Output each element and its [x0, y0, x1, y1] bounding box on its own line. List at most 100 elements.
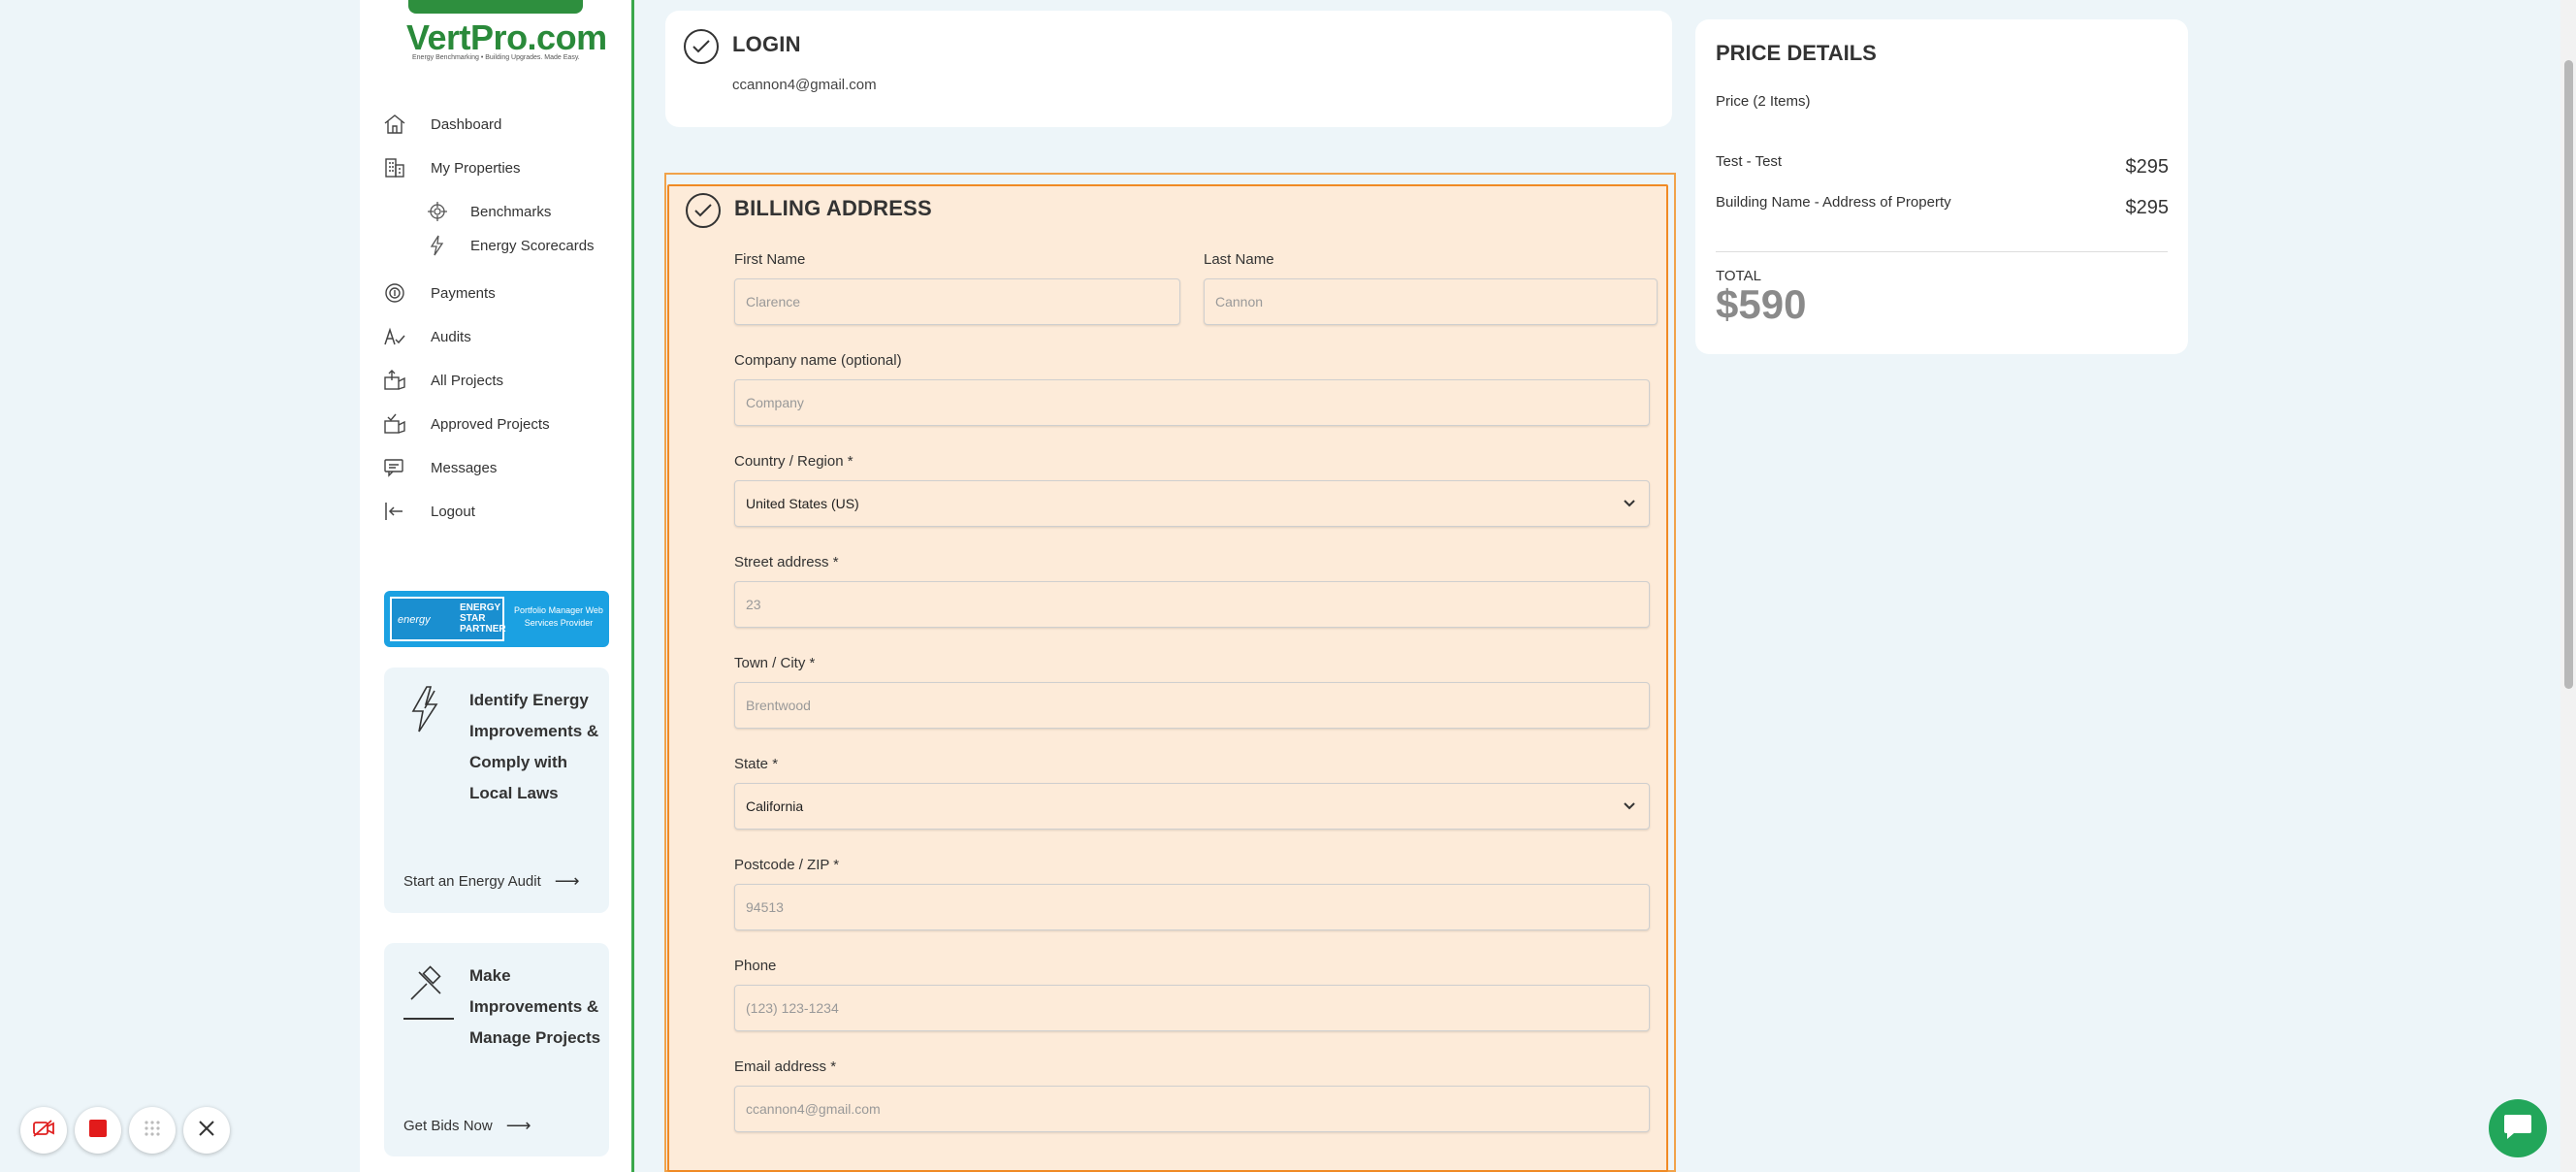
price-details-title: PRICE DETAILS — [1716, 41, 1877, 65]
logo-text: VertPro.com — [406, 17, 607, 57]
price-divider — [1716, 251, 2168, 252]
sidebar-item-my-properties[interactable]: My Properties — [383, 150, 616, 185]
billing-title: BILLING ADDRESS — [734, 196, 932, 220]
city-label: Town / City * — [734, 655, 816, 671]
target-icon — [427, 201, 448, 222]
state-label: State * — [734, 756, 779, 772]
audit-check-icon — [383, 325, 406, 348]
sidebar-item-label: All Projects — [431, 372, 504, 389]
last-name-input[interactable]: Cannon — [1204, 278, 1658, 325]
price-item-label: Test - Test — [1716, 153, 1783, 170]
company-label: Company name (optional) — [734, 352, 902, 369]
promo-energy-audit: Identify Energy Improvements & Comply wi… — [384, 667, 609, 913]
state-select[interactable]: California — [734, 783, 1650, 830]
close-icon — [197, 1119, 216, 1143]
chat-launcher-button[interactable] — [2489, 1099, 2547, 1157]
sidebar-item-label: Payments — [431, 284, 496, 302]
street-label: Street address * — [734, 554, 839, 570]
promo-title: Make Improvements & Manage Projects — [469, 966, 601, 1047]
arrow-right-icon: ⟶ — [554, 871, 580, 891]
drag-dots-icon — [143, 1119, 162, 1143]
zip-input[interactable]: 94513 — [734, 884, 1650, 930]
sidebar-item-label: Approved Projects — [431, 415, 550, 433]
stop-recording-button[interactable] — [75, 1107, 121, 1154]
check-circle-icon — [686, 193, 721, 228]
sidebar-item-benchmarks[interactable]: Benchmarks — [427, 197, 551, 226]
sidebar-item-label: Benchmarks — [470, 203, 552, 220]
first-name-label: First Name — [734, 251, 806, 268]
price-item-value: $295 — [2125, 156, 2170, 178]
email-input[interactable]: ccannon4@gmail.com — [734, 1086, 1650, 1132]
sidebar-item-label: My Properties — [431, 159, 521, 177]
sidebar-item-logout[interactable]: Logout — [383, 494, 616, 529]
approved-projects-icon — [383, 412, 406, 436]
sidebar-item-label: Logout — [431, 503, 475, 520]
promo-link-label: Get Bids Now — [403, 1118, 493, 1134]
sidebar-item-approved-projects[interactable]: Approved Projects — [383, 407, 616, 441]
sidebar-item-all-projects[interactable]: All Projects — [383, 363, 616, 398]
close-recorder-button[interactable] — [183, 1107, 230, 1154]
promo-manage-projects: Make Improvements & Manage Projects Get … — [384, 943, 609, 1156]
price-details-card: PRICE DETAILS Price (2 Items) Test - Tes… — [1695, 19, 2188, 354]
promo-divider — [403, 1018, 454, 1020]
phone-input[interactable]: (123) 123-1234 — [734, 985, 1650, 1031]
phone-label: Phone — [734, 958, 777, 974]
sidebar-item-energy-scorecards[interactable]: Energy Scorecards — [427, 231, 595, 260]
messages-icon — [383, 456, 406, 479]
last-name-label: Last Name — [1204, 251, 1274, 268]
sidebar: VertPro.com Energy Benchmarking • Buildi… — [360, 0, 634, 1172]
camera-off-button[interactable] — [20, 1107, 67, 1154]
logo-tagline: Energy Benchmarking • Building Upgrades.… — [412, 54, 580, 61]
energy-star-box-text: ENERGY STAR PARTNER — [460, 602, 506, 635]
lightning-icon — [405, 685, 444, 733]
state-select-value: California — [746, 798, 804, 814]
zip-label: Postcode / ZIP * — [734, 857, 840, 873]
arrow-right-icon: ⟶ — [505, 1116, 531, 1135]
login-title: LOGIN — [732, 32, 801, 56]
energy-star-partner-banner[interactable]: energy ENERGY STAR PARTNER Portfolio Man… — [384, 591, 609, 647]
energy-star-provider-text: Portfolio Manager Web Services Provider — [514, 605, 603, 628]
check-circle-icon — [684, 29, 719, 64]
page-scrollbar[interactable] — [2560, 0, 2576, 1172]
home-icon — [383, 113, 406, 136]
drag-handle-button[interactable] — [129, 1107, 176, 1154]
gavel-icon — [405, 964, 444, 1013]
country-select-value: United States (US) — [746, 496, 859, 511]
sidebar-item-label: Audits — [431, 328, 471, 345]
energy-star-swoosh: energy — [398, 614, 431, 626]
company-input[interactable]: Company — [734, 379, 1650, 426]
sidebar-item-label: Energy Scorecards — [470, 237, 595, 254]
coins-icon — [383, 281, 406, 305]
sidebar-item-messages[interactable]: Messages — [383, 450, 616, 485]
promo-title: Identify Energy Improvements & Comply wi… — [469, 691, 599, 802]
energy-star-logo: energy ENERGY STAR PARTNER — [390, 597, 506, 641]
projects-icon — [383, 369, 406, 392]
sidebar-item-dashboard[interactable]: Dashboard — [383, 107, 616, 142]
street-input[interactable]: 23 — [734, 581, 1650, 628]
country-label: Country / Region * — [734, 453, 853, 470]
building-icon — [383, 156, 406, 179]
first-name-input[interactable]: Clarence — [734, 278, 1180, 325]
city-input[interactable]: Brentwood — [734, 682, 1650, 729]
sidebar-item-label: Dashboard — [431, 115, 502, 133]
email-label: Email address * — [734, 1058, 837, 1075]
billing-address-section: BILLING ADDRESS First Name Clarence Last… — [667, 184, 1668, 1172]
vertpro-logo[interactable]: VertPro.com Energy Benchmarking • Buildi… — [399, 0, 607, 64]
lightning-icon — [427, 235, 448, 256]
price-item-label: Building Name - Address of Property — [1716, 194, 1951, 211]
get-bids-now-link[interactable]: Get Bids Now ⟶ — [403, 1116, 531, 1136]
logo-building-graphic — [408, 0, 583, 14]
logout-icon — [383, 500, 406, 523]
chat-bubble-icon — [2503, 1113, 2532, 1145]
price-items-count: Price (2 Items) — [1716, 93, 1811, 110]
login-email: ccannon4@gmail.com — [732, 77, 877, 93]
total-value: $590 — [1716, 281, 1807, 327]
start-energy-audit-link[interactable]: Start an Energy Audit ⟶ — [403, 871, 580, 892]
sidebar-item-audits[interactable]: Audits — [383, 319, 616, 354]
chevron-down-icon — [1622, 798, 1637, 816]
scrollbar-thumb[interactable] — [2564, 60, 2573, 689]
login-card: LOGIN ccannon4@gmail.com — [665, 11, 1672, 127]
country-select[interactable]: United States (US) — [734, 480, 1650, 527]
price-item-value: $295 — [2125, 197, 2170, 218]
sidebar-item-payments[interactable]: Payments — [383, 276, 616, 310]
